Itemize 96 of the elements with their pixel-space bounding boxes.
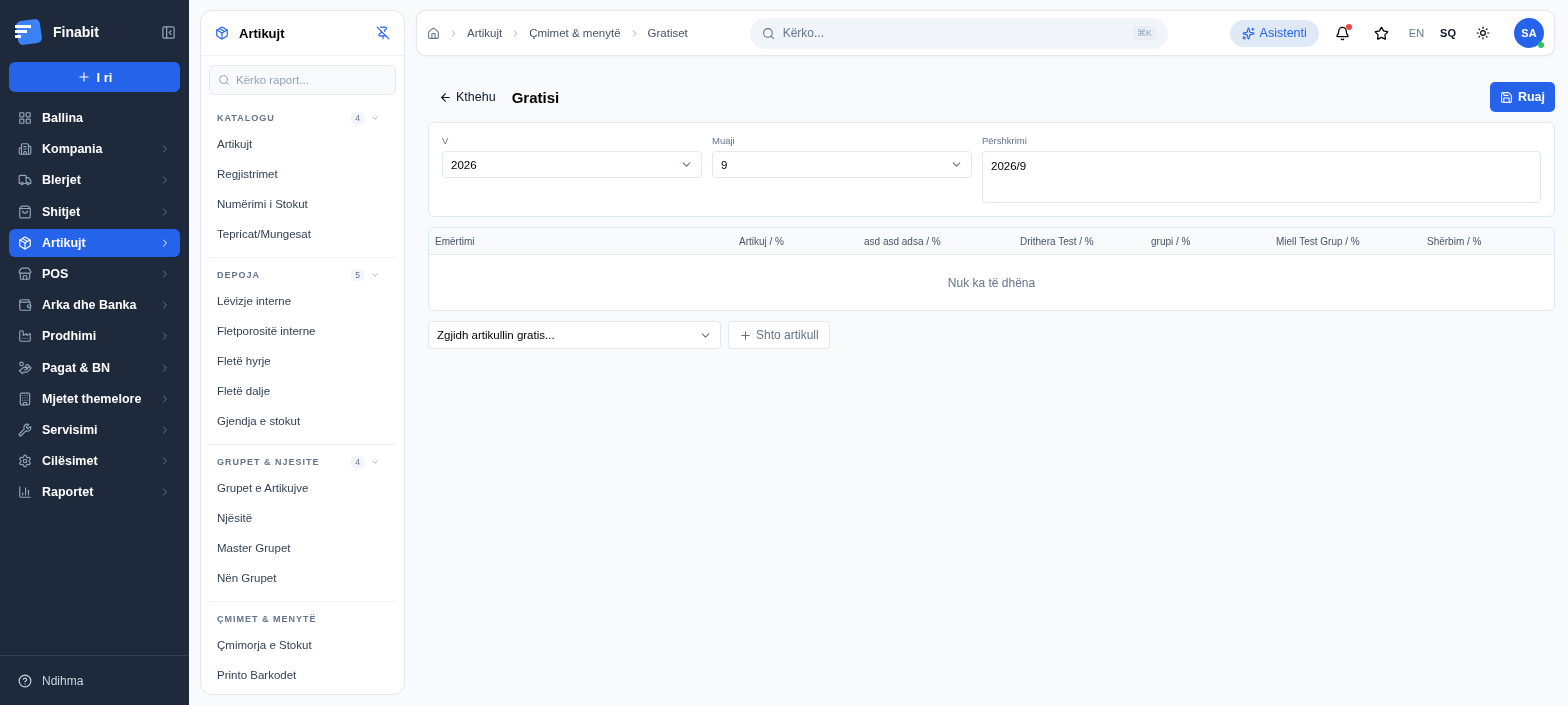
panel-menu-item[interactable]: Njësitë [201,503,396,533]
nav-item[interactable]: POS [9,259,180,288]
nav-item[interactable]: Cilësimet [9,447,180,476]
nav-item[interactable]: Raportet [9,478,180,507]
bag-icon [18,204,32,219]
nav-item[interactable]: Servisimi [9,415,180,444]
home-icon[interactable] [427,26,440,40]
nav-item[interactable]: Kompania [9,135,180,164]
truck-icon [18,173,32,188]
building-icon [18,142,32,157]
factory-icon [18,329,32,344]
star-icon [1373,25,1389,41]
column-header: Shërbim / % [1427,235,1483,247]
count-badge: 5 [351,269,364,281]
column-header: grupi / % [1151,235,1192,247]
panel-menu-item[interactable]: Master Grupet [201,533,396,563]
column-header: Emërtimi [435,235,476,247]
search-icon [218,74,230,86]
breadcrumb-link[interactable]: Çmimet & menytë [529,27,621,39]
month-select[interactable]: 9 [712,151,972,178]
field-label: V [442,135,450,147]
panel-menu-item[interactable]: Printo Barkodet [201,660,396,690]
nav-item[interactable]: Ballina [9,104,180,132]
box-icon [18,235,32,250]
column-header: Artikuj / % [739,235,785,247]
section-title: GRUPET & NJESITE [217,457,321,467]
section-title: DEPOJA [217,270,261,280]
panel-menu-item[interactable]: Regjistrimet [201,159,396,189]
collapse-sidebar-icon[interactable] [161,24,176,40]
shortcut-hint: ⌘K [1132,26,1156,40]
panel-menu-item[interactable]: Artikujt [201,129,396,159]
panel-menu-item[interactable]: Gjendja e stokut [201,406,396,436]
nav-item[interactable]: Shitjet [9,197,180,226]
back-link[interactable]: Kthehu [439,90,496,104]
column-header: asd asd adsa / % [864,235,942,247]
panel-menu-item[interactable]: Çmimorja e Stokut [201,630,396,660]
year-select[interactable]: 2026 [442,151,702,178]
bell-icon [1334,25,1350,41]
help-icon [18,673,32,688]
panel-menu-item[interactable]: Tepricat/Mungesat [201,219,396,249]
field-label: Përshkrimi [982,135,1028,147]
box-icon [215,26,229,40]
unpin-icon[interactable] [376,26,390,40]
field-label: Muaji [712,135,736,147]
breadcrumb-link[interactable]: Artikujt [467,27,503,39]
panel-menu-item[interactable]: Fletë dalje [201,376,396,406]
sparkles-icon [1241,26,1255,40]
save-icon [1499,90,1513,104]
panel-menu-item[interactable]: Grupet e Artikujve [201,473,396,503]
section-title: KATALOGU [217,113,276,123]
language-option[interactable]: EN [1404,27,1429,39]
nav-item[interactable]: Artikujt [9,228,180,257]
column-header: Drithera Test / % [1020,235,1095,247]
nav-item[interactable]: Blerjet [9,166,180,195]
nav-item[interactable]: Pagat & BN [9,353,180,382]
save-button[interactable]: Ruaj [1489,82,1555,112]
section-title: ÇMIMET & MENYTË [217,614,318,624]
nav-item[interactable]: Prodhimi [9,322,180,351]
brand-name: Finabit [53,24,100,40]
logo-icon [13,17,43,47]
panel-menu-item[interactable]: Lëvizje interne [201,286,396,316]
wallet-icon [18,298,32,313]
column-header: Miell Test Grup / % [1276,235,1361,247]
wrench-icon [18,422,32,437]
search-icon [761,26,775,40]
arrow-left-icon [439,90,452,104]
nav-item[interactable]: Mjetet themelore [9,384,180,413]
panel-menu-item[interactable]: Nën Grupet [201,563,396,593]
help-link[interactable]: Ndihma [0,655,189,705]
language-option[interactable]: SQ [1436,27,1460,39]
coins-icon [18,360,32,375]
user-avatar[interactable]: SA [1514,18,1544,48]
count-badge: 4 [351,456,364,468]
nav-item[interactable]: Arka dhe Banka [9,291,180,320]
sun-icon [1476,26,1490,40]
grid-icon [18,111,32,125]
count-badge: 4 [351,112,364,124]
settings-icon [18,454,32,469]
panel-menu-item[interactable]: Numërimi i Stokut [201,189,396,219]
search-field[interactable]: Kërko... ⌘K [749,17,1168,49]
item-select[interactable]: Zgjidh artikullin gratis... [428,321,721,349]
assistant-button[interactable]: Asistenti [1229,19,1319,47]
page-title: Gratisi [511,88,561,106]
panel-title: Artikujt [239,25,286,41]
breadcrumb-link[interactable]: Gratiset [647,27,688,39]
new-button[interactable]: I ri [9,62,180,92]
plus-icon [76,70,91,84]
office-building-icon [18,391,32,406]
plus-icon [739,328,752,342]
panel-menu-item[interactable]: Fletë hyrje [201,346,396,376]
store-icon [18,266,32,281]
panel-menu-item[interactable]: Fletporositë interne [201,316,396,346]
bar-chart-icon [18,485,32,500]
description-field[interactable]: 2026/9 [982,151,1541,203]
add-item-button[interactable]: Shto artikull [728,321,830,349]
empty-message: Nuk ka të dhëna [947,275,1036,290]
